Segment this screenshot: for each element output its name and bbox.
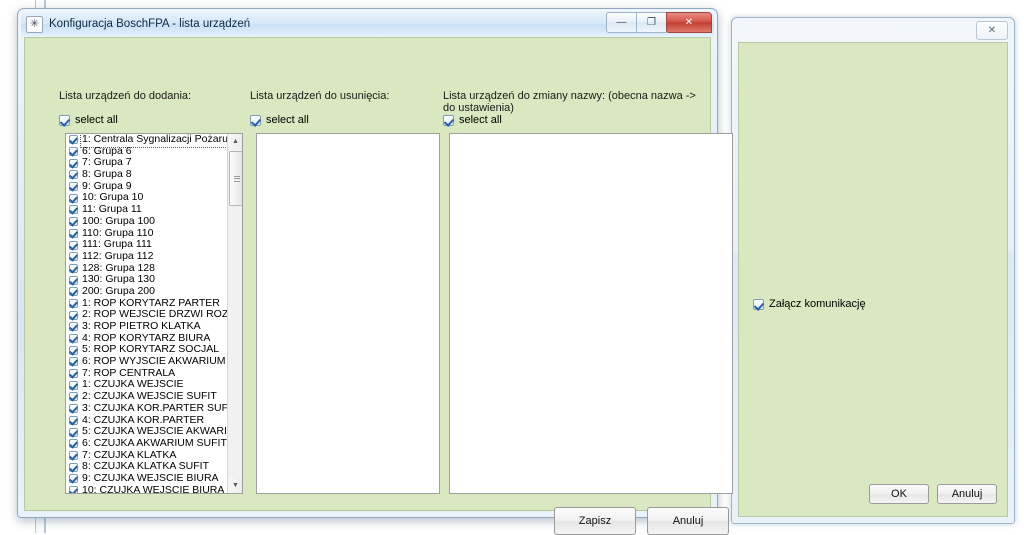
checkbox-checked-icon[interactable] xyxy=(69,415,78,425)
select-all-add-label: select all xyxy=(75,114,118,126)
checkbox-checked-icon xyxy=(753,298,764,310)
background-window-client-area: Załącz komunikację OK Anuluj xyxy=(738,42,1008,517)
device-list-rename[interactable] xyxy=(449,133,733,494)
checkbox-checked-icon[interactable] xyxy=(69,228,78,238)
checkbox-checked-icon[interactable] xyxy=(69,217,78,227)
checkbox-checked-icon[interactable] xyxy=(69,450,78,460)
checkbox-checked-icon[interactable] xyxy=(69,322,78,332)
device-list-dialog[interactable]: ✳ Konfiguracja BoschFPA - lista urządzeń… xyxy=(17,8,733,535)
minimize-button[interactable]: — xyxy=(606,12,637,33)
checkbox-checked-icon[interactable] xyxy=(69,380,78,390)
checkbox-checked-icon[interactable] xyxy=(69,252,78,262)
device-list-remove[interactable] xyxy=(256,133,440,494)
list-item[interactable]: 200: Grupa 200 xyxy=(66,284,227,298)
checkbox-checked-icon xyxy=(250,114,261,126)
dialog-button-bar: Zapisz Anuluj xyxy=(554,507,729,535)
close-button[interactable]: ✕ xyxy=(666,12,712,33)
column-label-add: Lista urządzeń do dodania: xyxy=(59,90,192,102)
background-window-titlebar: ✕ xyxy=(732,18,1014,40)
checkbox-checked-icon[interactable] xyxy=(69,147,78,157)
device-list-add[interactable]: 1: Centrala Sygnalizacji Pożaru 6: Grupa … xyxy=(65,133,243,494)
list-item[interactable]: 100: Grupa 100 xyxy=(66,214,227,228)
background-window[interactable]: ✕ Załącz komunikację OK Anuluj xyxy=(731,17,1015,524)
save-button[interactable]: Zapisz xyxy=(554,507,636,535)
checkbox-checked-icon[interactable] xyxy=(69,275,78,285)
checkbox-checked-icon[interactable] xyxy=(69,287,78,297)
list-item-label: 6: CZUJKA AKWARIUM SUFIT xyxy=(82,436,227,449)
checkbox-checked-icon[interactable] xyxy=(69,135,78,145)
checkbox-checked-icon[interactable] xyxy=(69,310,78,320)
snowflake-icon: ✳ xyxy=(26,15,43,33)
list-item[interactable]: 112: Grupa 112 xyxy=(66,249,227,263)
checkbox-checked-icon[interactable] xyxy=(69,392,78,402)
checkbox-checked-icon[interactable] xyxy=(69,182,78,192)
maximize-button[interactable]: ❐ xyxy=(636,12,667,33)
checkbox-checked-icon[interactable] xyxy=(69,345,78,355)
list-item[interactable]: 6: CZUJKA AKWARIUM SUFIT xyxy=(66,436,227,450)
device-list-add-items[interactable]: 1: Centrala Sygnalizacji Pożaru 6: Grupa … xyxy=(66,134,227,493)
cancel-button[interactable]: Anuluj xyxy=(647,507,729,535)
checkbox-checked-icon[interactable] xyxy=(69,158,78,168)
checkbox-checked-icon[interactable] xyxy=(69,485,78,493)
checkbox-checked-icon[interactable] xyxy=(69,427,78,437)
select-all-remove[interactable]: select all xyxy=(250,114,309,126)
scroll-up-arrow-icon[interactable]: ▲ xyxy=(228,134,242,149)
column-label-rename: Lista urządzeń do zmiany nazwy: (obecna … xyxy=(443,90,696,114)
checkbox-checked-icon xyxy=(443,114,454,126)
list-item[interactable]: 8: Grupa 8 xyxy=(66,168,227,181)
enable-communication-label: Załącz komunikację xyxy=(769,298,866,310)
checkbox-checked-icon[interactable] xyxy=(69,404,78,414)
checkbox-checked-icon[interactable] xyxy=(69,298,78,308)
list-item-label: 200: Grupa 200 xyxy=(82,284,155,297)
checkbox-checked-icon[interactable] xyxy=(69,240,78,250)
background-window-close-icon[interactable]: ✕ xyxy=(976,21,1008,40)
list-item-label: 3: ROP PIETRO KLATKA xyxy=(82,320,201,332)
list-item[interactable]: 10: CZUJKA WEJSCIE BIURA SUFIT xyxy=(66,483,227,493)
list-item[interactable]: 3: CZUJKA KOR.PARTER SUFIT xyxy=(66,401,227,415)
column-label-remove: Lista urządzeń do usunięcia: xyxy=(250,90,390,102)
checkbox-checked-icon[interactable] xyxy=(69,462,78,472)
dialog-client-area: Lista urządzeń do dodania: select all 1:… xyxy=(24,37,733,535)
select-all-rename[interactable]: select all xyxy=(443,114,502,126)
checkbox-checked-icon[interactable] xyxy=(69,205,78,215)
list-item[interactable]: 3: ROP PIETRO KLATKA xyxy=(66,320,227,333)
dialog-titlebar[interactable]: ✳ Konfiguracja BoschFPA - lista urządzeń… xyxy=(21,12,714,36)
ok-button[interactable]: OK xyxy=(869,484,929,504)
desktop-background: ✕ Załącz komunikację OK Anuluj ✳ Konfigu… xyxy=(0,0,1024,535)
list-item[interactable]: 1: Centrala Sygnalizacji Pożaru xyxy=(66,134,227,148)
checkbox-checked-icon[interactable] xyxy=(69,263,78,273)
background-cancel-button[interactable]: Anuluj xyxy=(937,484,997,504)
checkbox-checked-icon[interactable] xyxy=(69,439,78,449)
list-item-label: 6: ROP WYJSCIE AKWARIUM xyxy=(82,355,226,368)
checkbox-checked-icon xyxy=(59,114,70,126)
list-item-label: 9: CZUJKA WEJSCIE BIURA xyxy=(82,471,219,484)
list-item-label: 3: CZUJKA KOR.PARTER SUFIT xyxy=(82,401,227,414)
scrollbar-thumb[interactable] xyxy=(229,151,242,206)
scrollbar-grip-icon xyxy=(233,175,240,182)
checkbox-checked-icon[interactable] xyxy=(69,369,78,379)
scroll-down-arrow-icon[interactable]: ▼ xyxy=(228,478,242,493)
list-item-label: 8: Grupa 8 xyxy=(82,168,132,181)
list-item-label: 100: Grupa 100 xyxy=(82,214,155,227)
list-item[interactable]: 6: ROP WYJSCIE AKWARIUM xyxy=(66,355,227,368)
list-item-label: 1: Centrala Sygnalizacji Pożaru xyxy=(80,134,227,148)
checkbox-checked-icon[interactable] xyxy=(69,357,78,367)
checkbox-checked-icon[interactable] xyxy=(69,474,78,484)
background-window-button-bar: OK Anuluj xyxy=(869,484,997,504)
checkbox-checked-icon[interactable] xyxy=(69,193,78,203)
dialog-title: Konfiguracja BoschFPA - lista urządzeń xyxy=(49,18,251,30)
list-item-label: 10: CZUJKA WEJSCIE BIURA SUFIT xyxy=(82,483,227,493)
checkbox-checked-icon[interactable] xyxy=(69,334,78,344)
window-control-buttons: — ❐ ✕ xyxy=(606,12,712,33)
checkbox-checked-icon[interactable] xyxy=(69,170,78,180)
list-item-label: 112: Grupa 112 xyxy=(82,249,154,262)
select-all-remove-label: select all xyxy=(266,114,309,126)
enable-communication-checkbox[interactable]: Załącz komunikację xyxy=(753,298,866,310)
select-all-add[interactable]: select all xyxy=(59,114,118,126)
select-all-rename-label: select all xyxy=(459,114,502,126)
list-item[interactable]: 9: CZUJKA WEJSCIE BIURA xyxy=(66,471,227,485)
device-list-add-scrollbar[interactable]: ▲ ▼ xyxy=(227,134,242,493)
